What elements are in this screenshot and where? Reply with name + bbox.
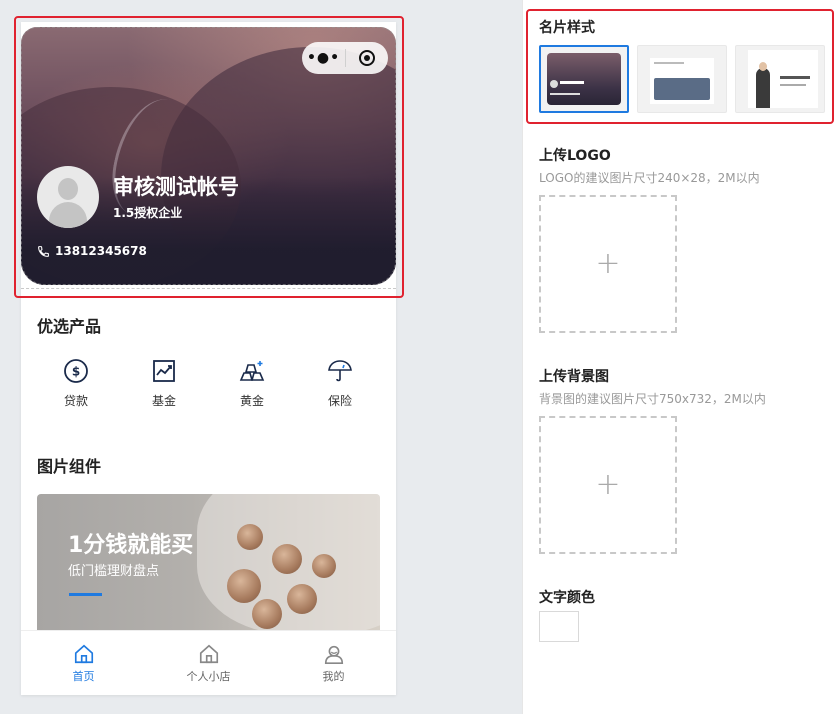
picture-section-title: 图片组件: [37, 457, 102, 476]
gold-bars-icon: [239, 361, 265, 381]
umbrella-icon: [328, 360, 352, 382]
upload-background-button[interactable]: +: [539, 416, 677, 554]
plus-icon: +: [595, 467, 621, 502]
text-color-label: 文字颜色: [539, 590, 595, 606]
plus-icon: +: [595, 246, 621, 281]
upload-logo-hint: LOGO的建议图片尺寸240×28，2M以内: [539, 171, 760, 185]
avatar: [37, 166, 99, 228]
banner-title: 1分钱就能买: [68, 533, 194, 558]
product-grid: $ 贷款 基金 黄金 保险: [21, 358, 396, 409]
shop-home-icon: [199, 644, 218, 664]
close-miniprogram-button[interactable]: [346, 42, 388, 74]
card-name: 审核测试帐号: [113, 175, 239, 199]
home-icon: [74, 644, 93, 664]
bottom-tab-bar: 首页 个人小店 我的: [21, 630, 396, 695]
target-icon: [359, 50, 375, 66]
tab-home[interactable]: 首页: [21, 631, 146, 695]
phone-icon: [38, 245, 49, 257]
user-icon: [324, 645, 343, 664]
miniprogram-capsule: •●•: [302, 42, 388, 74]
settings-panel: 名片样式 上传LOGO LOGO的建议图片尺寸240×28，2M以内 + 上传背…: [522, 0, 838, 714]
phone-number: 13812345678: [55, 244, 147, 258]
product-gold[interactable]: 黄金: [208, 358, 296, 409]
card-style-label: 名片样式: [539, 20, 595, 36]
phone-preview: •●• 审核测试帐号 1.5授权企业 13812345678 优选产品 $ 贷款…: [21, 22, 396, 695]
banner-accent-bar: [69, 593, 102, 596]
product-loan[interactable]: $ 贷款: [32, 358, 120, 409]
card-phone[interactable]: 13812345678: [37, 244, 147, 258]
promo-banner[interactable]: 1分钱就能买 低门槛理财盘点: [37, 494, 380, 634]
product-fund[interactable]: 基金: [120, 358, 208, 409]
upload-logo-button[interactable]: +: [539, 195, 677, 333]
more-menu-icon[interactable]: •●•: [302, 42, 345, 74]
dollar-circle-icon: $: [64, 359, 88, 383]
upload-background-hint: 背景图的建议图片尺寸750x732，2M以内: [539, 392, 766, 406]
products-section-title: 优选产品: [37, 317, 102, 336]
upload-logo-label: 上传LOGO: [539, 148, 611, 164]
upload-background-label: 上传背景图: [539, 369, 609, 385]
svg-text:$: $: [72, 365, 80, 379]
card-style-options: [539, 45, 825, 113]
card-style-option-3[interactable]: [735, 45, 825, 113]
business-card[interactable]: •●• 审核测试帐号 1.5授权企业 13812345678: [21, 27, 396, 285]
tab-mine[interactable]: 我的: [271, 631, 396, 695]
card-style-option-2[interactable]: [637, 45, 727, 113]
card-style-option-1[interactable]: [539, 45, 629, 113]
product-insurance[interactable]: 保险: [296, 358, 384, 409]
text-color-picker[interactable]: [539, 611, 579, 642]
trend-chart-icon: [153, 360, 175, 382]
tab-shop[interactable]: 个人小店: [146, 631, 271, 695]
banner-subtitle: 低门槛理财盘点: [68, 564, 160, 579]
card-company: 1.5授权企业: [113, 206, 183, 220]
